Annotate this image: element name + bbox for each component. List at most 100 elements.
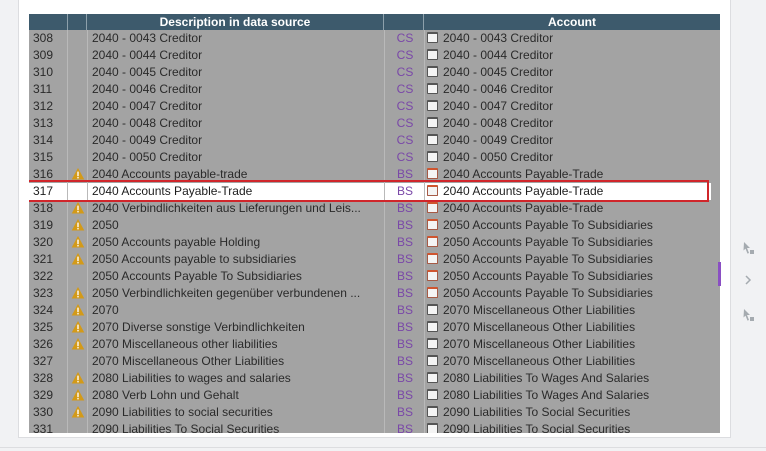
table-row[interactable]: 318 2040 Verbindlichkeiten aus Lieferunge… (29, 200, 711, 217)
table-row[interactable]: 324 2070 BS 2070 Miscellaneous Other Liabil… (29, 302, 711, 319)
table-row[interactable]: 313 2040 - 0048 Creditor CS 2040 - 0048 Cre… (29, 115, 711, 132)
account-checkbox-icon[interactable] (427, 32, 438, 43)
header-num[interactable] (29, 14, 68, 30)
description-cell[interactable]: 2080 Verb Lohn und Gehalt (92, 387, 382, 404)
description-cell[interactable]: 2040 - 0048 Creditor (92, 115, 382, 132)
description-cell[interactable]: 2090 Liabilities to social securities (92, 404, 382, 421)
grid-body[interactable]: 308 2040 - 0043 Creditor CS 2040 - 0043 Cre… (29, 30, 720, 433)
account-checkbox-icon[interactable] (427, 66, 438, 77)
account-checkbox-icon[interactable] (427, 287, 438, 298)
account-checkbox-icon[interactable] (427, 134, 438, 145)
account-cell[interactable]: 2040 - 0050 Creditor (427, 149, 711, 166)
account-checkbox-icon[interactable] (427, 219, 438, 230)
description-cell[interactable]: 2050 Accounts payable Holding (92, 234, 382, 251)
account-cell[interactable]: 2090 Liabilities To Social Securities (427, 421, 711, 433)
account-checkbox-icon[interactable] (427, 253, 438, 264)
account-checkbox-icon[interactable] (427, 321, 438, 332)
description-cell[interactable]: 2040 - 0050 Creditor (92, 149, 382, 166)
table-row[interactable]: 308 2040 - 0043 Creditor CS 2040 - 0043 Cre… (29, 30, 711, 47)
table-row[interactable]: 319 2050 BS 2050 Accounts Payable To Subsid… (29, 217, 711, 234)
account-cell[interactable]: 2040 - 0044 Creditor (427, 47, 711, 64)
description-cell[interactable]: 2040 Accounts payable-trade (92, 166, 382, 183)
description-cell[interactable]: 2050 (92, 217, 382, 234)
account-checkbox-icon[interactable] (427, 338, 438, 349)
header-description[interactable]: Description in data source (87, 14, 384, 30)
description-cell[interactable]: 2070 (92, 302, 382, 319)
description-cell[interactable]: 2070 Miscellaneous Other Liabilities (92, 353, 382, 370)
table-row[interactable]: 325 2070 Diverse sonstige Verbindlichkeit… (29, 319, 711, 336)
account-checkbox-icon[interactable] (427, 117, 438, 128)
account-checkbox-icon[interactable] (427, 100, 438, 111)
account-checkbox-icon[interactable] (427, 236, 438, 247)
account-cell[interactable]: 2080 Liabilities To Wages And Salaries (427, 387, 711, 404)
account-cell[interactable]: 2050 Accounts Payable To Subsidiaries (427, 285, 711, 302)
account-checkbox-icon[interactable] (427, 168, 438, 179)
account-checkbox-icon[interactable] (427, 49, 438, 60)
account-cell[interactable]: 2040 - 0047 Creditor (427, 98, 711, 115)
table-row[interactable]: 310 2040 - 0045 Creditor CS 2040 - 0045 Cre… (29, 64, 711, 81)
table-row[interactable]: 312 2040 - 0047 Creditor CS 2040 - 0047 Cre… (29, 98, 711, 115)
account-checkbox-icon[interactable] (427, 406, 438, 417)
description-cell[interactable]: 2040 - 0049 Creditor (92, 132, 382, 149)
description-cell[interactable]: 2070 Miscellaneous other liabilities (92, 336, 382, 353)
description-cell[interactable]: 2040 - 0046 Creditor (92, 81, 382, 98)
description-cell[interactable]: 2050 Verbindlichkeiten gegenüber verbund… (92, 285, 382, 302)
account-cell[interactable]: 2040 - 0043 Creditor (427, 30, 711, 47)
table-row[interactable]: 316 2040 Accounts payable-trade BS 2040 Acc… (29, 166, 711, 183)
account-cell[interactable]: 2070 Miscellaneous Other Liabilities (427, 353, 711, 370)
account-cell[interactable]: 2040 - 0046 Creditor (427, 81, 711, 98)
account-cell[interactable]: 2040 Accounts Payable-Trade (427, 166, 711, 183)
vertical-scrollbar[interactable] (711, 30, 720, 433)
account-cell[interactable]: 2070 Miscellaneous Other Liabilities (427, 336, 711, 353)
account-cell[interactable]: 2050 Accounts Payable To Subsidiaries (427, 217, 711, 234)
description-cell[interactable]: 2040 Accounts Payable-Trade (92, 183, 382, 200)
hand-pointer-icon[interactable] (734, 303, 762, 327)
table-row[interactable]: 315 2040 - 0050 Creditor CS 2040 - 0050 Cre… (29, 149, 711, 166)
description-cell[interactable]: 2040 - 0044 Creditor (92, 47, 382, 64)
header-type[interactable] (384, 14, 424, 30)
account-cell[interactable]: 2070 Miscellaneous Other Liabilities (427, 319, 711, 336)
account-checkbox-icon[interactable] (427, 270, 438, 281)
description-cell[interactable]: 2040 - 0043 Creditor (92, 30, 382, 47)
description-cell[interactable]: 2040 Verbindlichkeiten aus Lieferungen u… (92, 200, 382, 217)
account-checkbox-icon[interactable] (427, 185, 438, 196)
table-row[interactable]: 330 2090 Liabilities to social securities… (29, 404, 711, 421)
account-checkbox-icon[interactable] (427, 304, 438, 315)
table-row[interactable]: 321 2050 Accounts payable to subsidiaries… (29, 251, 711, 268)
table-row[interactable]: 327 2070 Miscellaneous Other Liabilities B… (29, 353, 711, 370)
account-checkbox-icon[interactable] (427, 423, 438, 433)
table-row[interactable]: 323 2050 Verbindlichkeiten gegenüber verb… (29, 285, 711, 302)
account-cell[interactable]: 2090 Liabilities To Social Securities (427, 404, 711, 421)
account-checkbox-icon[interactable] (427, 202, 438, 213)
header-warn[interactable] (68, 14, 87, 30)
description-cell[interactable]: 2050 Accounts payable to subsidiaries (92, 251, 382, 268)
table-row[interactable]: 317 2040 Accounts Payable-Trade BS 2040 Acc… (29, 183, 711, 200)
account-checkbox-icon[interactable] (427, 83, 438, 94)
table-row[interactable]: 322 2050 Accounts Payable To Subsidiaries… (29, 268, 711, 285)
account-checkbox-icon[interactable] (427, 372, 438, 383)
table-row[interactable]: 326 2070 Miscellaneous other liabilities B… (29, 336, 711, 353)
account-cell[interactable]: 2040 - 0045 Creditor (427, 64, 711, 81)
table-row[interactable]: 328 2080 Liabilities to wages and salarie… (29, 370, 711, 387)
account-checkbox-icon[interactable] (427, 151, 438, 162)
description-cell[interactable]: 2040 - 0045 Creditor (92, 64, 382, 81)
account-checkbox-icon[interactable] (427, 355, 438, 366)
table-row[interactable]: 320 2050 Accounts payable Holding BS 2050 A… (29, 234, 711, 251)
description-cell[interactable]: 2080 Liabilities to wages and salaries (92, 370, 382, 387)
table-row[interactable]: 309 2040 - 0044 Creditor CS 2040 - 0044 Cre… (29, 47, 711, 64)
account-cell[interactable]: 2080 Liabilities To Wages And Salaries (427, 370, 711, 387)
table-row[interactable]: 311 2040 - 0046 Creditor CS 2040 - 0046 Cre… (29, 81, 711, 98)
chevron-right-icon[interactable] (734, 268, 762, 292)
table-row[interactable]: 314 2040 - 0049 Creditor CS 2040 - 0049 Cre… (29, 132, 711, 149)
account-checkbox-icon[interactable] (427, 389, 438, 400)
account-cell[interactable]: 2040 Accounts Payable-Trade (427, 200, 711, 217)
account-cell[interactable]: 2050 Accounts Payable To Subsidiaries (427, 251, 711, 268)
description-cell[interactable]: 2050 Accounts Payable To Subsidiaries (92, 268, 382, 285)
account-cell[interactable]: 2040 Accounts Payable-Trade (427, 183, 711, 200)
description-cell[interactable]: 2040 - 0047 Creditor (92, 98, 382, 115)
header-account[interactable]: Account (424, 14, 720, 30)
table-row[interactable]: 329 2080 Verb Lohn und Gehalt BS 2080 Liabi… (29, 387, 711, 404)
account-cell[interactable]: 2040 - 0048 Creditor (427, 115, 711, 132)
account-cell[interactable]: 2070 Miscellaneous Other Liabilities (427, 302, 711, 319)
account-cell[interactable]: 2040 - 0049 Creditor (427, 132, 711, 149)
